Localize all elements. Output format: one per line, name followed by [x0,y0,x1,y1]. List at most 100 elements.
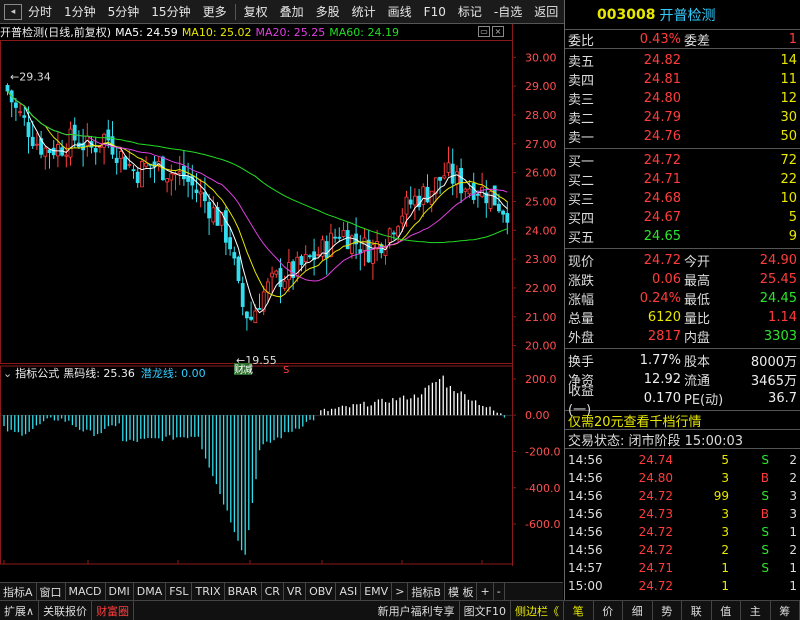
fin-row-2: 收益(一) 0.170 PE(动) 36.7 [565,384,800,418]
bottom-link-0[interactable]: 扩展∧ [0,601,40,620]
indicator-tab-10[interactable]: OBV [306,583,337,600]
indicator-tab-9[interactable]: VR [284,583,307,600]
candle-body [236,256,241,281]
chevron-down-icon[interactable]: ⌄ [3,367,12,380]
indicator-tab-15[interactable]: 模 板 [445,583,478,600]
fin-label: PE(动) [684,393,724,408]
period-tab-1[interactable]: 1分钟 [58,0,102,23]
panel-tab-1[interactable]: 价 [594,601,623,620]
tick-time: 14:56 [568,453,603,467]
stock-code: 003008 [597,6,656,23]
toolbar-button-7[interactable]: -自选 [488,0,528,23]
candle-body [18,111,23,114]
tick-row-6: 14:57 24.71 1 S 1 [565,559,800,577]
indicator-tab-16[interactable]: + [477,583,494,600]
period-tab-4[interactable]: 更多 [197,0,233,23]
tick-row-0: 14:56 24.74 5 S 2 [565,451,800,469]
toolbar-button-6[interactable]: 标记 [452,0,488,23]
toolbar-button-2[interactable]: 多股 [310,0,346,23]
tick-volume: 2 [721,543,729,557]
panel-tab-2[interactable]: 细 [623,601,653,620]
panel-tab-5[interactable]: 值 [712,601,741,620]
panel-tab-4[interactable]: 联 [682,601,712,620]
tick-row-3: 14:56 24.73 3 B 3 [565,505,800,523]
stat-value: 6120 [647,310,681,325]
menu-icon[interactable]: ◂ [4,3,22,20]
period-tab-3[interactable]: 15分钟 [145,0,196,23]
candle-body [505,213,510,223]
tick-count: 1 [789,579,797,593]
indicator-tab-7[interactable]: BRAR [225,583,262,600]
panel-tab-6[interactable]: 主 [741,601,771,620]
stat-value: 24.45 [759,291,797,306]
kline-chart-pane[interactable]: 开普检测(日线,前复权) MA5: 24.59 MA10: 25.02 MA20… [0,24,563,566]
sell-3-price: 24.79 [643,110,681,125]
promo-link[interactable]: 仅需20元查看千档行情 [565,411,800,430]
toolbar-button-0[interactable]: 复权 [238,0,274,23]
quote-panel: 003008 开普检测 委比 0.43% 委差 1 卖五 24.82 14 卖四 24.… [564,0,800,600]
indicator-tab-13[interactable]: > [392,583,409,600]
indicator-tab-1[interactable]: 窗口 [37,583,66,600]
indicator-tab-0[interactable]: 指标A [0,583,37,600]
panel-tab-0[interactable]: 笔 [564,601,594,620]
indicator-tab-17[interactable]: - [494,583,505,600]
tick-volume: 1 [721,561,729,575]
candle-body [333,236,338,239]
indicator-tab-4[interactable]: DMA [134,583,167,600]
bottom-link-1[interactable]: 关联报价 [39,601,93,620]
bottom-mid-link-2[interactable]: 侧边栏《 [511,601,564,620]
period-tab-2[interactable]: 5分钟 [102,0,146,23]
panel-tab-7[interactable]: 筹 [771,601,800,620]
period-tab-0[interactable]: 分时 [22,0,58,23]
indicator-tab-2[interactable]: MACD [66,583,106,600]
candle-body [64,154,69,157]
indicator-tab-3[interactable]: DMI [106,583,134,600]
candle-body [270,272,275,278]
fin-label: 流通 [684,374,711,389]
price-tick-label: 23.00 [525,253,557,266]
bottom-mid-link-1[interactable]: 图文F10 [460,601,511,620]
toolbar-button-5[interactable]: F10 [418,0,452,23]
indicator-tabs: 指标A 窗口 MACD DMI DMA FSL TRIX BRAR CR VR OBV ASI EMV >… [0,582,563,600]
buy-0-row: 买一 24.72 72 [565,151,800,170]
toolbar-button-3[interactable]: 统计 [346,0,382,23]
candle-body [211,207,216,223]
price-tick-label: 22.00 [525,282,557,295]
candle-body [421,186,426,205]
bottom-link-2[interactable]: 财富圈 [92,601,135,620]
tick-direction: B [760,507,769,521]
candle-body [114,157,119,163]
fin-value: 3465万 [750,374,797,389]
indicator-tab-8[interactable]: CR [262,583,284,600]
indicator-tab-5[interactable]: FSL [166,583,193,600]
toolbar-button-1[interactable]: 叠加 [274,0,310,23]
candle-body [181,165,186,180]
buy-2-volume: 10 [780,191,797,206]
panel-tab-3[interactable]: 势 [653,601,682,620]
tick-count: 2 [789,471,797,485]
toolbar-button-4[interactable]: 画线 [382,0,418,23]
candle-body [35,143,39,146]
stat-value: 24.72 [643,253,681,268]
indicator-tab-6[interactable]: TRIX [192,583,225,600]
candle-body [5,85,10,92]
candle-body [249,316,254,320]
buy-1-row: 买二 24.71 22 [565,170,800,189]
indicator-tab-11[interactable]: ASI [336,583,362,600]
candle-body [257,308,262,310]
candle-body [265,281,270,293]
candle-body [144,162,149,167]
heima-line-label: 黑码线: 25.36 [63,367,135,380]
candle-body [450,163,455,184]
tick-price: 24.73 [638,507,673,521]
indicator-tab-14[interactable]: 指标B [408,583,445,600]
indicator-tab-12[interactable]: EMV [361,583,393,600]
candle-body [194,189,199,194]
fin-label: 换手 [568,355,595,370]
bottom-mid-link-0[interactable]: 新用户福利专享 [374,601,460,620]
candle-body [467,188,472,195]
sell-0-label: 卖五 [568,55,595,70]
buy-4-price: 24.65 [643,229,681,244]
price-tick-label: 25.00 [525,195,557,208]
toolbar-button-8[interactable]: 返回 [528,0,564,23]
